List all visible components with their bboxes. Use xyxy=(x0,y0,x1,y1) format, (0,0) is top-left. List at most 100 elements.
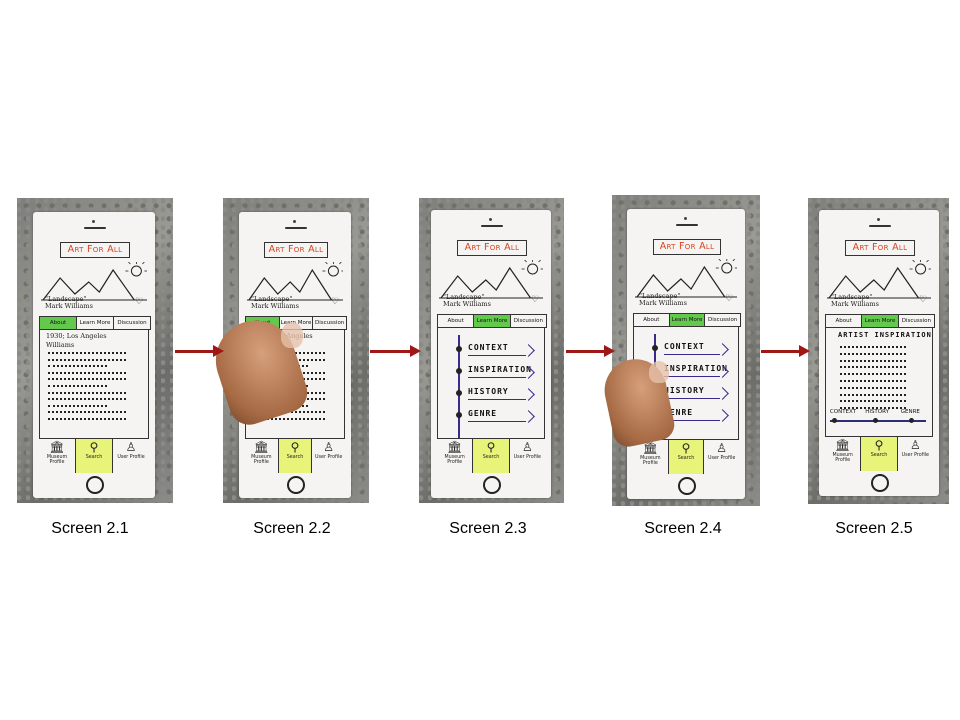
inspiration-text-line xyxy=(840,350,906,355)
home-button[interactable] xyxy=(86,476,104,494)
tab-discussion[interactable]: Discussion xyxy=(511,315,546,327)
home-button[interactable] xyxy=(678,477,696,495)
fingernail xyxy=(281,322,303,348)
timeline-label-history[interactable]: History xyxy=(865,409,889,415)
nav-museum-profile[interactable]: 🏛 Museum Profile xyxy=(633,440,669,474)
description-text-line xyxy=(48,362,108,368)
description-text-line xyxy=(48,382,108,387)
learn-more-genre[interactable]: Genre xyxy=(468,407,526,422)
timeline-dot[interactable] xyxy=(873,418,879,423)
earpiece xyxy=(481,225,503,227)
timeline-dot[interactable] xyxy=(831,418,837,423)
favorite-heart-icon[interactable]: ♡ xyxy=(331,296,339,307)
tab-learn-more[interactable]: Learn More xyxy=(474,315,511,327)
fingernail xyxy=(649,361,669,383)
nav-label: User Profile xyxy=(513,455,541,460)
tab-discussion[interactable]: Discussion xyxy=(899,315,934,327)
nav-museum-profile[interactable]: 🏛 Museum Profile xyxy=(245,439,279,473)
inspiration-text-line xyxy=(840,397,906,403)
speaker-dot xyxy=(684,217,687,220)
nav-museum-profile[interactable]: 🏛 Museum Profile xyxy=(437,439,474,473)
artist-name: Mark Williams xyxy=(831,300,879,308)
description-text-line xyxy=(48,375,126,381)
app-title: Art For All xyxy=(263,242,329,258)
inspiration-text-line xyxy=(840,377,906,382)
learn-more-context[interactable]: Context xyxy=(468,341,526,356)
bottom-nav-bar: 🏛 Museum Profile ⚲ Search ♙ User Profile xyxy=(245,438,345,473)
earpiece xyxy=(869,225,891,227)
nav-label: User Profile xyxy=(901,453,929,458)
nav-search[interactable]: ⚲ Search xyxy=(473,439,510,473)
museum-icon: 🏛 xyxy=(253,440,269,454)
tab-learn-more[interactable]: Learn More xyxy=(77,317,114,329)
earpiece xyxy=(285,227,307,229)
tab-discussion[interactable]: Discussion xyxy=(313,317,346,329)
nav-user-profile[interactable]: ♙ User Profile xyxy=(510,439,545,473)
tab-content: Context Inspiration History Genre xyxy=(437,327,545,439)
home-button[interactable] xyxy=(483,476,501,494)
nav-user-profile[interactable]: ♙ User Profile xyxy=(312,439,345,473)
bottom-nav-bar: 🏛 Museum Profile ⚲ Search ♙ User Profile xyxy=(633,439,739,474)
nav-museum-profile[interactable]: 🏛 Museum Profile xyxy=(39,439,76,473)
learn-more-history[interactable]: History xyxy=(664,384,720,399)
tab-bar: AboutLearn MoreDiscussion xyxy=(633,313,741,327)
learn-more-inspiration[interactable]: Inspiration xyxy=(468,363,531,378)
nav-user-profile[interactable]: ♙ User Profile xyxy=(898,437,933,471)
nav-label: Search xyxy=(286,455,304,460)
description-label: Williams xyxy=(46,341,75,349)
bullet-dot xyxy=(456,390,462,396)
bottom-nav-bar: 🏛 Museum Profile ⚲ Search ♙ User Profile xyxy=(437,438,545,473)
screen-caption: Screen 2.1 xyxy=(51,520,129,537)
timeline-label-context[interactable]: Context xyxy=(830,409,856,415)
favorite-heart-icon[interactable]: ♡ xyxy=(919,294,927,305)
inspiration-text-line xyxy=(840,370,906,376)
tab-discussion[interactable]: Discussion xyxy=(705,314,740,326)
description-text-line xyxy=(48,369,126,374)
favorite-heart-icon[interactable]: ♡ xyxy=(725,293,733,304)
artist-name: Mark Williams xyxy=(45,302,93,310)
nav-label: Museum Profile xyxy=(640,456,661,466)
bullet-dot xyxy=(456,346,462,352)
earpiece xyxy=(676,224,698,226)
tab-discussion[interactable]: Discussion xyxy=(114,317,150,329)
phone-paper-sketch: Art For All "Landscape"Mark Williams♡Abo… xyxy=(627,209,745,499)
favorite-heart-icon[interactable]: ♡ xyxy=(135,296,143,307)
museum-icon: 🏛 xyxy=(447,440,463,454)
tab-learn-more[interactable]: Learn More xyxy=(669,314,706,326)
home-button[interactable] xyxy=(287,476,305,494)
learn-more-history[interactable]: History xyxy=(468,385,526,400)
home-button[interactable] xyxy=(871,474,889,492)
search-icon: ⚲ xyxy=(290,440,300,454)
nav-label: Search xyxy=(482,455,500,460)
tab-about[interactable]: About xyxy=(40,317,77,329)
description-text-line xyxy=(48,408,126,414)
tab-learn-more[interactable]: Learn More xyxy=(862,315,899,327)
tab-about[interactable]: About xyxy=(438,315,475,327)
learn-more-inspiration[interactable]: Inspiration xyxy=(664,362,727,377)
nav-search[interactable]: ⚲ Search xyxy=(668,440,705,474)
nav-museum-profile[interactable]: 🏛 Museum Profile xyxy=(825,437,862,471)
tab-about[interactable]: About xyxy=(826,315,863,327)
description-text-line xyxy=(48,349,126,354)
user-icon: ♙ xyxy=(323,440,335,454)
user-icon: ♙ xyxy=(125,440,137,454)
speaker-dot xyxy=(877,218,880,221)
nav-label: Museum Profile xyxy=(46,455,68,465)
nav-label: User Profile xyxy=(707,456,736,461)
nav-search[interactable]: ⚲ Search xyxy=(278,439,313,473)
tab-about[interactable]: About xyxy=(634,314,670,326)
nav-search[interactable]: ⚲ Search xyxy=(76,439,113,473)
timeline-dot[interactable] xyxy=(908,418,914,423)
screen-caption: Screen 2.3 xyxy=(449,520,527,537)
nav-user-profile[interactable]: ♙ User Profile xyxy=(113,439,149,473)
learn-more-context[interactable]: Context xyxy=(664,340,720,355)
timeline-label-genre[interactable]: Genre xyxy=(901,409,920,415)
nav-user-profile[interactable]: ♙ User Profile xyxy=(704,440,739,474)
nav-label: Museum Profile xyxy=(251,455,272,465)
user-icon: ♙ xyxy=(716,441,728,455)
nav-search[interactable]: ⚲ Search xyxy=(861,437,898,471)
favorite-heart-icon[interactable]: ♡ xyxy=(531,294,539,305)
nav-label: Museum Profile xyxy=(832,453,853,463)
app-title: Art For All xyxy=(652,239,722,255)
bottom-nav-bar: 🏛 Museum Profile ⚲ Search ♙ User Profile xyxy=(39,438,149,473)
